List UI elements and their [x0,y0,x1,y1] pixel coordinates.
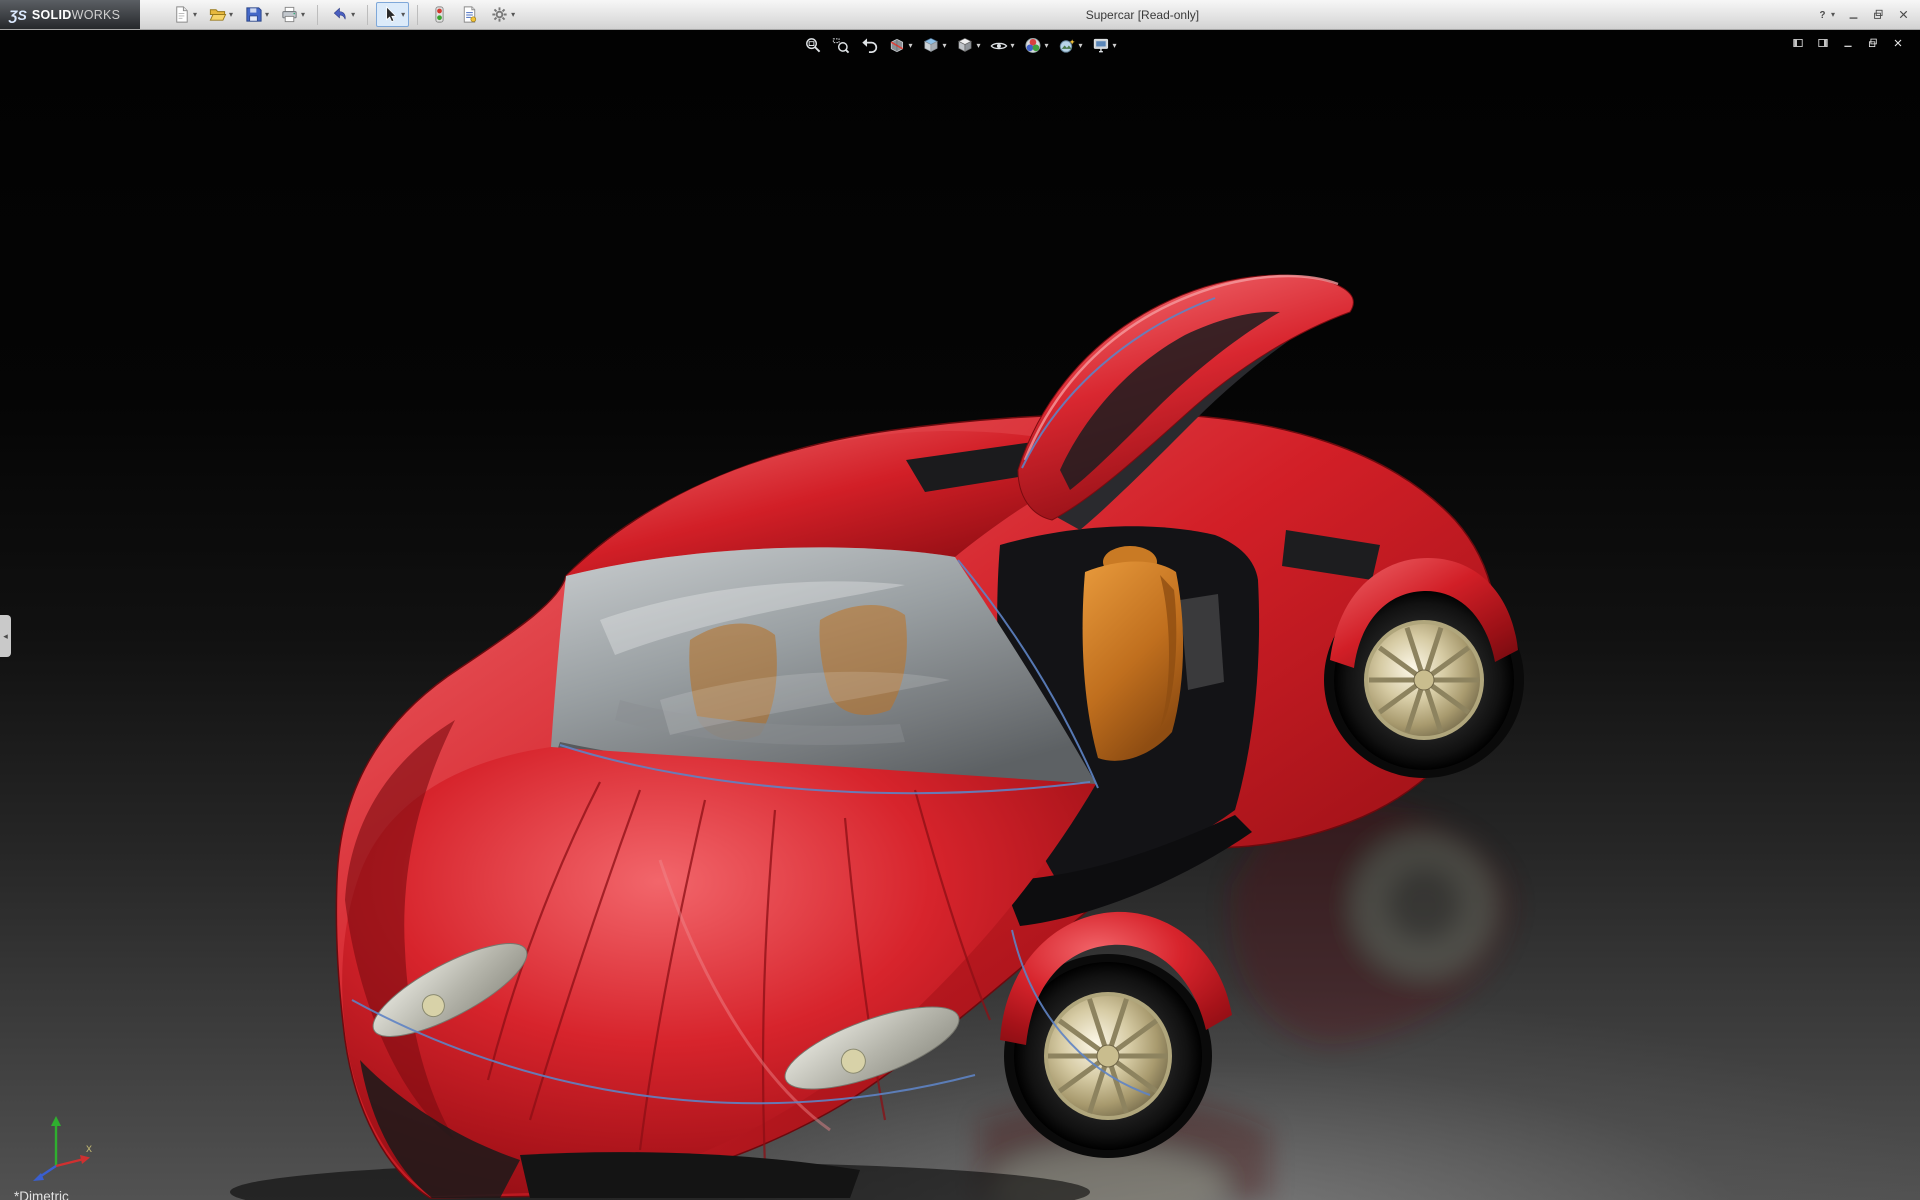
restore-icon [1868,38,1877,48]
triad-x-label: x [86,1141,92,1155]
title-bar: ƷS SOLIDWORKS ▾ ▾ ▾ ▾ ▾ ▾ ▾ Supercar [Read-onl… [0,0,1920,30]
help-icon [1819,9,1826,21]
dropdown-arrow-icon[interactable]: ▾ [976,41,980,50]
heads-up-toolbar: ▾ ▾ ▾ ▾ ▾ ▾ ▾ [802,35,1117,56]
close-button[interactable] [1892,37,1904,49]
dropdown-arrow-icon[interactable]: ▾ [351,10,355,19]
close-button[interactable] [1897,8,1910,21]
select-button[interactable]: ▾ [376,2,410,27]
supercar-model[interactable] [0,30,1920,1200]
dropdown-arrow-icon[interactable]: ▾ [1113,41,1117,50]
dropdown-arrow-icon[interactable]: ▾ [1045,41,1049,50]
dropdown-arrow-icon[interactable]: ▾ [1079,41,1083,50]
display-style-button[interactable]: ▾ [954,35,981,56]
file-properties-icon [463,6,477,23]
hide-show-items-button[interactable]: ▾ [988,35,1015,56]
dropdown-arrow-icon[interactable]: ▾ [229,10,233,19]
zoom-to-area-icon [832,37,850,54]
rebuild-button[interactable] [426,2,453,27]
print-button[interactable]: ▾ [276,2,309,27]
section-view-icon [890,38,904,53]
rebuild-icon [435,6,444,23]
select-icon [386,6,397,23]
standard-toolbar: ▾ ▾ ▾ ▾ ▾ ▾ ▾ [168,0,519,29]
apply-scene-icon [1059,38,1076,53]
brand-text-light: WORKS [71,7,121,22]
section-view-button[interactable]: ▾ [886,35,913,56]
document-title: Supercar [Read-only] [1085,8,1200,22]
dropdown-arrow-icon[interactable]: ▾ [908,41,912,50]
3ds-logo-icon: ƷS [9,6,27,23]
display-style-icon [958,38,972,52]
dropdown-arrow-icon[interactable]: ▾ [1010,41,1014,50]
save-icon [246,7,262,22]
dropdown-arrow-icon[interactable]: ▾ [1831,10,1835,19]
feature-panel-expand-tab[interactable]: ◂ [0,615,11,657]
print-icon [282,6,297,23]
help-button[interactable]: ▾ [1816,8,1835,21]
dropdown-arrow-icon[interactable]: ▾ [942,41,946,50]
save-button[interactable]: ▾ [240,2,273,27]
toolbar-separator [367,4,369,25]
pane-right-icon [1818,39,1828,47]
previous-view-icon [861,37,878,54]
restore-button[interactable] [1867,37,1879,49]
file-properties-button[interactable] [456,2,483,27]
zoom-to-fit-button[interactable] [802,35,823,56]
pane-left-button[interactable] [1792,37,1804,49]
new-document-button[interactable]: ▾ [168,2,201,27]
restore-icon [1874,9,1883,19]
zoom-to-fit-icon [805,37,821,53]
toolbar-separator [417,4,419,25]
pane-left-icon [1793,39,1803,47]
view-orientation-status: *Dimetric [14,1189,69,1200]
options-icon [491,6,508,23]
dropdown-arrow-icon[interactable]: ▾ [401,10,405,19]
edit-appearance-icon [1025,37,1041,54]
window-controls: ▾ [1816,0,1910,29]
front-grille [520,1152,860,1198]
minimize-button[interactable] [1842,37,1854,49]
close-icon [1899,10,1908,19]
pane-right-button[interactable] [1817,37,1829,49]
previous-view-button[interactable] [858,35,879,56]
orientation-triad: x [33,1116,92,1181]
view-orientation-icon [924,38,938,52]
minimize-button[interactable] [1847,8,1860,21]
document-window-controls [1792,37,1904,49]
brand-text-bold: SOLID [31,7,72,22]
edit-appearance-button[interactable]: ▾ [1023,35,1050,56]
minimize-icon [1848,17,1859,19]
dropdown-arrow-icon[interactable]: ▾ [301,10,305,19]
open-icon [209,9,227,21]
restore-button[interactable] [1872,8,1885,21]
dropdown-arrow-icon[interactable]: ▾ [511,10,515,19]
new-document-icon [176,6,188,23]
open-button[interactable]: ▾ [204,2,237,27]
solidworks-window: ƷS SOLIDWORKS ▾ ▾ ▾ ▾ ▾ ▾ ▾ Supercar [Read-onl… [0,0,1920,1200]
view-orientation-button[interactable]: ▾ [920,35,947,56]
apply-scene-button[interactable]: ▾ [1057,35,1084,56]
view-settings-icon [1093,38,1109,53]
expand-arrow-icon: ◂ [3,630,8,641]
close-icon [1894,39,1902,47]
dropdown-arrow-icon[interactable]: ▾ [265,10,269,19]
view-settings-button[interactable]: ▾ [1091,35,1118,56]
undo-button[interactable]: ▾ [326,2,359,27]
hide-show-items-icon [990,42,1008,50]
dropdown-arrow-icon[interactable]: ▾ [193,10,197,19]
toolbar-separator [317,4,319,25]
solidworks-logo: ƷS SOLIDWORKS [0,0,140,29]
undo-icon [334,8,346,20]
options-button[interactable]: ▾ [486,2,519,27]
minimize-icon [1843,45,1853,47]
viewport-3d[interactable]: ▾ ▾ ▾ ▾ ▾ ▾ ▾ ◂ x *Dimetric [0,30,1920,1200]
zoom-to-area-button[interactable] [830,35,851,56]
